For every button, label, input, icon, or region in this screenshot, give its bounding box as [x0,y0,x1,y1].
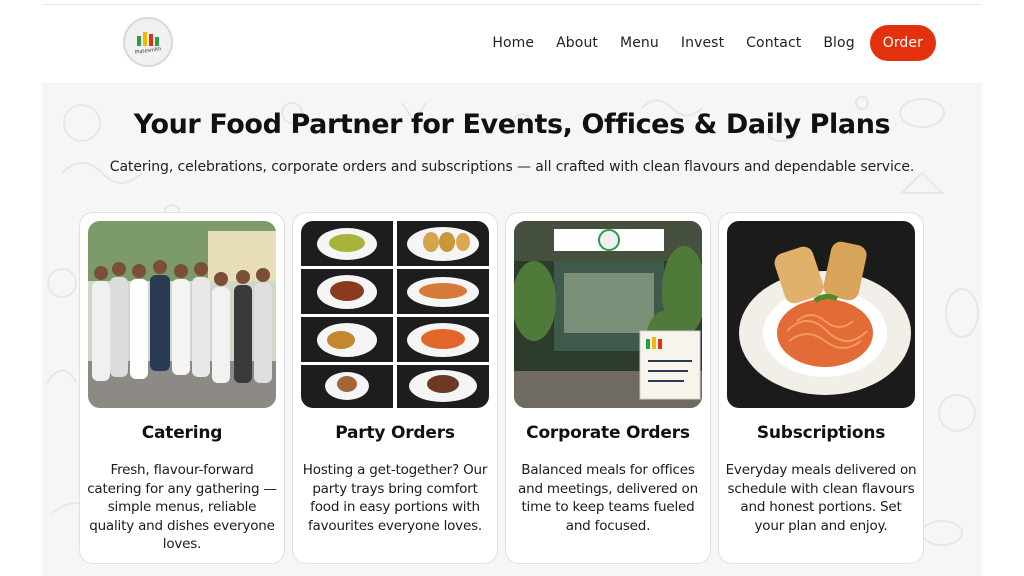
nav-menu[interactable]: Menu [620,35,659,51]
brand-logo[interactable]: Platesmith [123,17,173,67]
logo-wordmark: Platesmith [134,46,162,56]
card-party-orders[interactable]: Party Orders Hosting a get-together? Our… [292,212,498,564]
card-description: Everyday meals delivered on schedule wit… [725,462,917,534]
catering-team-image [88,221,276,408]
card-subscriptions[interactable]: Subscriptions Everyday meals delivered o… [718,212,924,564]
card-title: Catering [141,423,223,443]
party-dishes-image [301,221,489,408]
nav-contact[interactable]: Contact [746,35,801,51]
card-description: Hosting a get-together? Our party trays … [302,462,488,534]
page-subtitle: Catering, celebrations, corporate orders… [109,159,915,175]
nav-about[interactable]: About [556,35,598,51]
card-title: Corporate Orders [526,423,690,443]
order-button[interactable]: Order [869,25,936,61]
card-catering[interactable]: Catering Fresh, flavour-forward catering… [79,212,285,564]
pasta-dish-image [727,221,915,408]
card-description: Fresh, flavour-forward catering for any … [87,462,277,553]
card-description: Balanced meals for offices and meetings,… [518,462,698,534]
nav-blog[interactable]: Blog [823,35,854,51]
main-nav: Home About Menu Invest Contact Blog Orde… [470,25,936,61]
site-header: Platesmith Home About Menu Invest Contac… [42,5,982,83]
card-title: Subscriptions [756,423,886,443]
page-title: Your Food Partner for Events, Offices & … [133,109,891,140]
restaurant-storefront-image [514,221,702,408]
nav-home[interactable]: Home [492,35,534,51]
logo-mark-icon [137,30,159,46]
card-title: Party Orders [335,423,455,443]
card-corporate-orders[interactable]: Corporate Orders Balanced meals for offi… [505,212,711,564]
nav-invest[interactable]: Invest [681,35,724,51]
service-cards: Catering Fresh, flavour-forward catering… [79,212,946,564]
